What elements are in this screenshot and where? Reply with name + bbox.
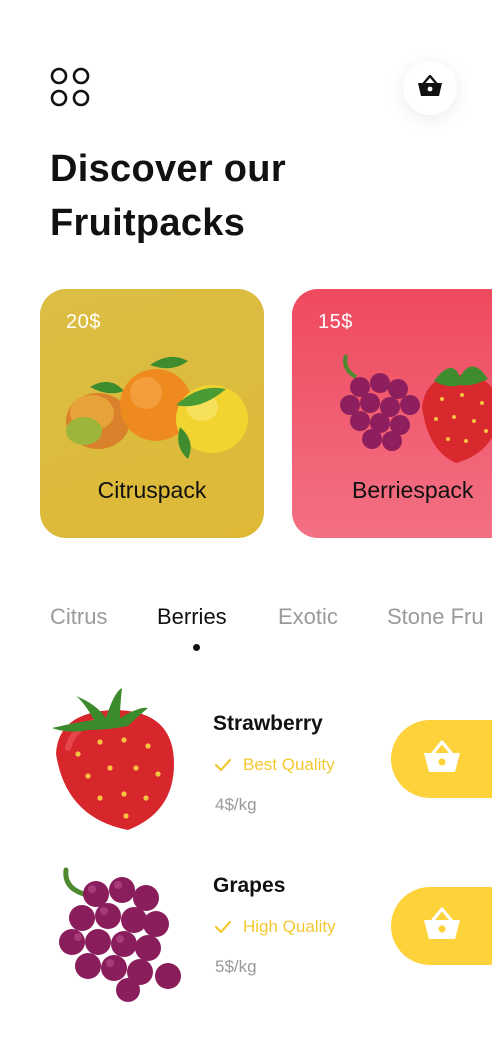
add-to-basket-button[interactable] [391,720,492,798]
check-icon [213,919,233,935]
page-title-line2: Fruitpacks [50,202,246,244]
citrus-fruits-image [50,347,254,467]
pack-card-berries[interactable]: 15$ Berriespack [292,289,492,538]
add-to-basket-button[interactable] [391,887,492,965]
quality-label: High Quality [243,917,336,936]
pack-price: 15$ [318,311,353,333]
quality-label: Best Quality [243,755,335,774]
product-row-grapes: Grapes High Quality 5$/kg [0,864,492,1004]
product-name: Grapes [213,874,286,897]
basket-icon [422,906,462,946]
tab-stone-fruits[interactable]: Stone Fru [387,604,484,630]
pack-name: Berriespack [352,477,474,503]
page-title: Discover our Fruitpacks [50,142,286,250]
check-icon [213,757,233,773]
berries-fruits-image [302,347,492,467]
product-name: Strawberry [213,712,323,735]
active-tab-indicator [193,644,200,651]
pack-price: 20$ [66,311,101,333]
strawberry-icon [48,684,188,830]
fruitpacks-carousel[interactable]: 20$ Citruspack 15$ Berriespack [40,289,492,539]
product-row-strawberry: Strawberry Best Quality 4$/kg [0,684,492,830]
pack-card-citrus[interactable]: 20$ Citruspack [40,289,264,538]
menu-grid-icon[interactable] [50,67,90,107]
page-title-line1: Discover our [50,148,286,190]
product-price: 5$/kg [215,957,257,976]
quality-badge: Best Quality [213,755,335,775]
cart-button[interactable] [403,61,457,115]
tab-citrus[interactable]: Citrus [50,604,107,630]
pack-name: Citruspack [97,477,207,503]
product-price: 4$/kg [215,795,257,814]
basket-icon [422,739,462,779]
category-tabs: Citrus Berries Exotic Stone Fru [50,600,492,660]
basket-icon [417,74,443,102]
tab-exotic[interactable]: Exotic [278,604,338,630]
grapes-icon [48,864,188,1004]
tab-berries[interactable]: Berries [157,604,227,630]
quality-badge: High Quality [213,917,336,937]
